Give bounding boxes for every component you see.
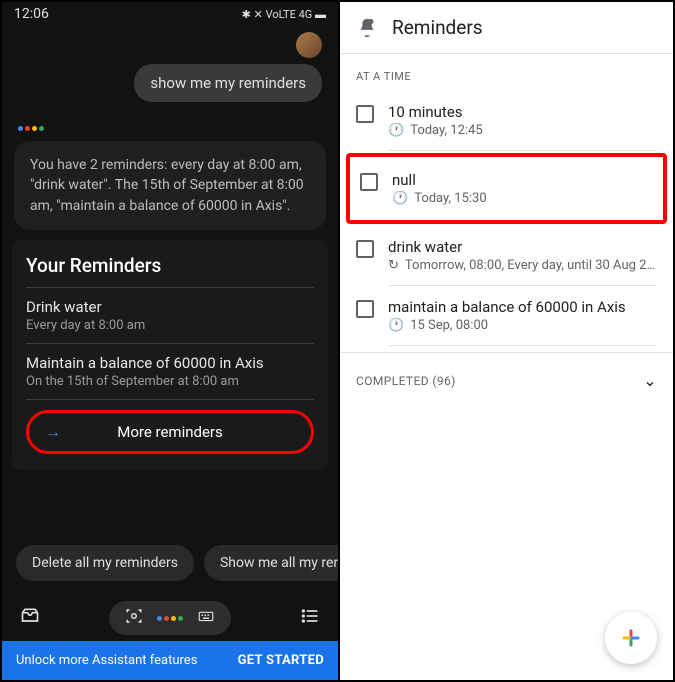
card-title: Your Reminders [26,254,314,288]
reminder-title: Maintain a balance of 60000 in Axis [26,354,314,372]
reminder-title: 10 minutes [388,103,657,121]
reminder-title: Drink water [26,298,314,316]
suggestion-chips: Delete all my reminders Show me all my r… [2,531,338,595]
reminder-time: Today, 12:45 [410,123,482,138]
assistant-panel: 12:06 ✱ ✕ VoLTE 4G ▬ show me my reminder… [2,2,338,680]
status-bar: 12:06 ✱ ✕ VoLTE 4G ▬ [2,2,338,26]
more-reminders-label: More reminders [117,423,223,441]
completed-label: COMPLETED (96) [356,374,456,388]
reminder-subtitle: On the 15th of September at 8:00 am [26,374,314,389]
banner-cta[interactable]: GET STARTED [238,653,324,668]
avatar[interactable] [296,32,322,58]
user-message: show me my reminders [134,64,322,102]
reminders-app-icon [356,17,378,39]
reminder-title: maintain a balance of 60000 in Axis [388,298,657,316]
reminder-time: Tomorrow, 08:00, Every day, until 30 Aug… [405,258,655,273]
reminders-card: Your Reminders Drink water Every day at … [12,240,328,470]
repeat-icon: ↻ [388,258,399,273]
promo-banner[interactable]: Unlock more Assistant features GET START… [2,641,338,680]
section-label: AT A TIME [340,54,673,91]
status-icons: ✱ ✕ VoLTE 4G ▬ [242,8,326,21]
assistant-response: You have 2 reminders: every day at 8:00 … [14,141,326,230]
reminder-row[interactable]: drink water ↻ Tomorrow, 08:00, Every day,… [340,226,673,285]
reminders-app: Reminders AT A TIME 10 minutes 🕐 Today, 1… [338,2,673,680]
checkbox[interactable] [360,173,378,191]
assistant-mic-icon[interactable] [157,616,183,621]
arrow-right-icon: → [45,422,61,442]
reminder-title: null [392,171,653,189]
clock-icon: 🕐 [388,123,404,138]
reminder-time: 15 Sep, 08:00 [410,318,488,333]
reminders-list: 10 minutes 🕐 Today, 12:45 null 🕐 Today, 15… [340,91,673,346]
add-reminder-fab[interactable] [605,612,657,664]
chip-delete-reminders[interactable]: Delete all my reminders [16,545,194,581]
reminder-subtitle: Every day at 8:00 am [26,318,314,333]
assistant-icon [18,116,338,135]
reminder-row[interactable]: 10 minutes 🕐 Today, 12:45 [340,91,673,150]
checkbox[interactable] [356,240,374,258]
reminder-title: drink water [388,238,657,256]
keyboard-icon[interactable] [197,607,215,629]
plus-icon [619,626,643,650]
app-header: Reminders [340,2,673,54]
completed-section[interactable]: COMPLETED (96) ⌄ [340,352,673,408]
clock-icon: 🕐 [388,318,404,333]
reminder-row-highlighted[interactable]: null 🕐 Today, 15:30 [346,153,667,224]
list-icon[interactable] [300,606,320,631]
reminder-item[interactable]: Maintain a balance of 60000 in Axis On t… [26,344,314,400]
chip-show-reminders[interactable]: Show me all my rem [204,545,338,581]
bottom-toolbar [2,595,338,641]
reminder-item[interactable]: Drink water Every day at 8:00 am [26,288,314,344]
banner-text: Unlock more Assistant features [16,653,197,668]
inbox-icon[interactable] [20,606,40,631]
more-reminders-button[interactable]: → More reminders [26,410,314,454]
chevron-down-icon: ⌄ [643,371,657,390]
lens-icon[interactable] [125,607,143,629]
reminder-row[interactable]: maintain a balance of 60000 in Axis 🕐 15 … [340,286,673,345]
reminder-time: Today, 15:30 [414,191,486,206]
checkbox[interactable] [356,300,374,318]
app-title: Reminders [392,16,483,39]
status-time: 12:06 [14,6,49,22]
clock-icon: 🕐 [392,191,408,206]
checkbox[interactable] [356,105,374,123]
